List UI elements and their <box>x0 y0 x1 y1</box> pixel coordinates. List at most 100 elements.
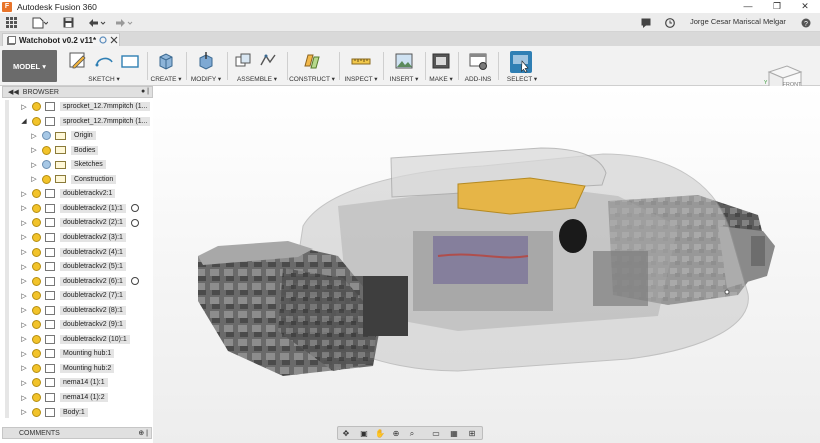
comments-panel[interactable]: COMMENTS ⊕ | <box>2 427 152 439</box>
close-tab-icon[interactable] <box>110 36 118 44</box>
browser-item[interactable]: ▷ doubletrackv2 (9):1 <box>20 318 126 331</box>
browser-item[interactable]: ▷ Bodies <box>30 144 99 157</box>
modify-group[interactable]: MODIFY ▾ <box>189 49 223 83</box>
display-settings-icon[interactable]: ▭ <box>430 428 442 439</box>
browser-item[interactable]: ▷ Mounting hub:2 <box>20 362 115 375</box>
collapsed-triangle-icon[interactable]: ▷ <box>20 233 28 241</box>
collapsed-triangle-icon[interactable]: ▷ <box>20 306 28 314</box>
browser-item[interactable]: ▷ Sketches <box>30 158 106 171</box>
browser-item[interactable]: ▷ doubletrackv2 (4):1 <box>20 246 126 259</box>
browser-item[interactable]: ▷ doubletrackv2 (6):1 <box>20 275 139 288</box>
pan-icon[interactable]: ✋ <box>374 428 386 439</box>
scripts-addins-icon[interactable] <box>468 51 488 71</box>
browser-item[interactable]: ▷ nema14 (1):2 <box>20 391 108 404</box>
sketch-group[interactable]: SKETCH ▾ <box>64 49 144 83</box>
minimize-button[interactable]: — <box>734 0 762 13</box>
visibility-bulb-icon[interactable] <box>42 131 51 141</box>
addins-group[interactable]: ADD-INS <box>461 49 495 83</box>
visibility-bulb-icon[interactable] <box>42 174 51 184</box>
viewports-icon[interactable]: ⊞ <box>466 428 478 439</box>
browser-item[interactable]: ▷ doubletrackv2:1 <box>20 187 116 200</box>
activate-radio[interactable] <box>130 204 139 213</box>
visibility-bulb-icon[interactable] <box>32 247 41 257</box>
chat-icon[interactable] <box>640 15 652 30</box>
collapsed-triangle-icon[interactable]: ▷ <box>30 132 38 140</box>
offset-plane-icon[interactable] <box>302 51 322 71</box>
model-viewport[interactable] <box>153 86 820 443</box>
visibility-bulb-icon[interactable] <box>32 291 41 301</box>
visibility-bulb-icon[interactable] <box>42 160 51 170</box>
browser-item[interactable]: ▷ Body:1 <box>20 406 88 419</box>
grid-icon[interactable] <box>4 15 18 30</box>
redo-icon[interactable] <box>113 15 135 30</box>
make-group[interactable]: MAKE ▾ <box>427 49 455 83</box>
visibility-bulb-icon[interactable] <box>32 407 41 417</box>
browser-item[interactable]: ▷ doubletrackv2 (8):1 <box>20 304 126 317</box>
press-pull-icon[interactable] <box>196 51 216 71</box>
joint-icon[interactable] <box>258 51 278 71</box>
browser-header[interactable]: ◀◀ BROWSER ● | <box>2 86 153 98</box>
collapsed-triangle-icon[interactable]: ▷ <box>20 248 28 256</box>
collapsed-triangle-icon[interactable]: ▷ <box>20 394 28 402</box>
fit-icon[interactable]: ⌕ <box>406 428 418 439</box>
file-icon[interactable] <box>30 15 50 30</box>
save-icon[interactable] <box>61 15 75 30</box>
new-component-icon[interactable] <box>233 51 253 71</box>
browser-item[interactable]: ▷ doubletrackv2 (3):1 <box>20 231 126 244</box>
create-sketch-icon[interactable] <box>68 51 88 71</box>
collapsed-triangle-icon[interactable]: ▷ <box>20 335 28 343</box>
select-group[interactable]: SELECT ▾ <box>502 49 542 83</box>
construct-group[interactable]: CONSTRUCT ▾ <box>289 49 335 83</box>
browser-item[interactable]: ▷ doubletrackv2 (2):1 <box>20 216 139 229</box>
grid-settings-icon[interactable]: ▦ <box>448 428 460 439</box>
zoom-icon[interactable]: ⊕ <box>390 428 402 439</box>
browser-item[interactable]: ◢ sprocket_12.7mmpitch (1... <box>20 115 151 128</box>
browser-item[interactable]: ▷ doubletrackv2 (10):1 <box>20 333 130 346</box>
help-icon[interactable]: ? <box>800 15 812 30</box>
insert-group[interactable]: INSERT ▾ <box>386 49 422 83</box>
collapsed-triangle-icon[interactable]: ▷ <box>20 292 28 300</box>
browser-scrollbar[interactable] <box>5 100 9 418</box>
browser-item[interactable]: ▷ doubletrackv2 (7):1 <box>20 289 126 302</box>
close-button[interactable]: ✕ <box>791 0 819 13</box>
collapsed-triangle-icon[interactable]: ▷ <box>30 175 38 183</box>
collapsed-triangle-icon[interactable]: ▷ <box>20 408 28 416</box>
extrude-icon[interactable] <box>156 51 176 71</box>
maximize-button[interactable]: ❐ <box>763 0 791 13</box>
select-icon[interactable] <box>510 51 532 73</box>
visibility-bulb-icon[interactable] <box>32 218 41 228</box>
collapsed-triangle-icon[interactable]: ▷ <box>20 190 28 198</box>
visibility-bulb-icon[interactable] <box>32 116 41 126</box>
orbit-icon[interactable]: ✥ <box>340 428 352 439</box>
3d-print-icon[interactable] <box>431 51 451 71</box>
visibility-bulb-icon[interactable] <box>32 189 41 199</box>
collapsed-triangle-icon[interactable]: ▷ <box>20 219 28 227</box>
comments-add-icon[interactable]: ⊕ | <box>138 429 148 437</box>
collapsed-triangle-icon[interactable]: ▷ <box>20 321 28 329</box>
visibility-bulb-icon[interactable] <box>32 262 41 272</box>
document-tab[interactable]: Watchobot v0.2 v11* <box>2 33 120 46</box>
browser-item[interactable]: ▷ sprocket_12.7mmpitch (1... <box>20 100 151 113</box>
browser-item[interactable]: ▷ doubletrackv2 (5):1 <box>20 260 126 273</box>
visibility-bulb-icon[interactable] <box>32 203 41 213</box>
visibility-bulb-icon[interactable] <box>32 232 41 242</box>
create-group[interactable]: CREATE ▾ <box>150 49 182 83</box>
visibility-bulb-icon[interactable] <box>32 378 41 388</box>
collapsed-triangle-icon[interactable]: ▷ <box>30 146 38 154</box>
arc-icon[interactable] <box>94 51 114 71</box>
assemble-group[interactable]: ASSEMBLE ▾ <box>230 49 284 83</box>
visibility-bulb-icon[interactable] <box>32 349 41 359</box>
visibility-bulb-icon[interactable] <box>32 334 41 344</box>
visibility-bulb-icon[interactable] <box>32 363 41 373</box>
browser-item[interactable]: ▷ doubletrackv2 (1):1 <box>20 202 139 215</box>
inspect-group[interactable]: INSPECT ▾ <box>342 49 380 83</box>
collapsed-triangle-icon[interactable]: ▷ <box>20 379 28 387</box>
collapsed-triangle-icon[interactable]: ▷ <box>20 263 28 271</box>
visibility-bulb-icon[interactable] <box>32 305 41 315</box>
browser-item[interactable]: ▷ Construction <box>30 173 117 186</box>
sync-icon[interactable] <box>99 36 107 44</box>
browser-item[interactable]: ▷ nema14 (1):1 <box>20 376 108 389</box>
expanded-triangle-icon[interactable]: ◢ <box>20 117 28 125</box>
look-at-icon[interactable]: ▣ <box>358 428 370 439</box>
insert-image-icon[interactable] <box>394 51 414 71</box>
